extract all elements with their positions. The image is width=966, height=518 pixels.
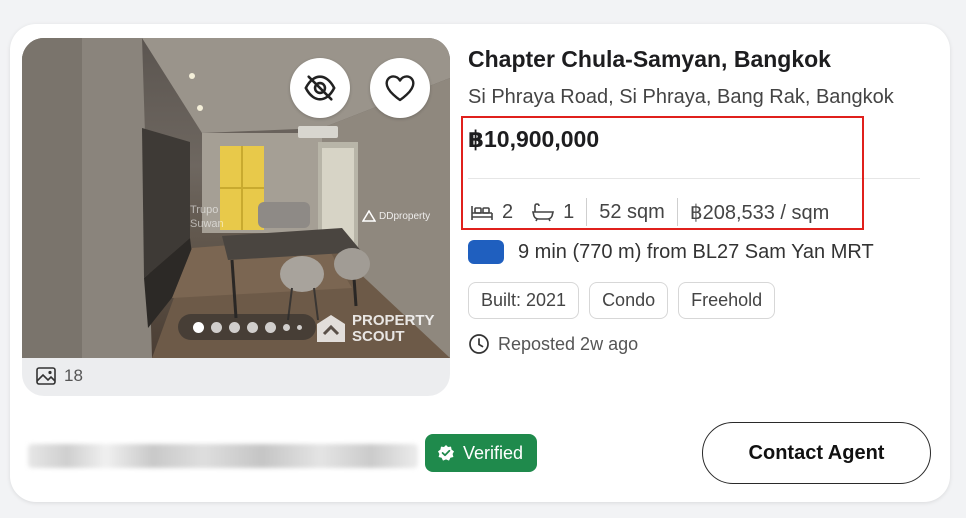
propertyscout-logo-icon bbox=[317, 315, 345, 342]
propertyscout-watermark: PROPERTY SCOUT bbox=[314, 312, 435, 346]
carousel-dot[interactable] bbox=[282, 323, 290, 331]
listing-title[interactable]: Chapter Chula-Samyan, Bangkok bbox=[468, 46, 831, 73]
photo-count-value: 18 bbox=[64, 366, 83, 385]
carousel-dot[interactable] bbox=[210, 321, 222, 333]
reposted-text: Reposted 2w ago bbox=[498, 333, 639, 354]
carousel-dot[interactable] bbox=[228, 321, 240, 333]
listing-photo[interactable]: Trupo Suwan DDproperty PROPERTY SCOUT bbox=[22, 38, 450, 358]
area-value: 52 sqm bbox=[599, 200, 665, 223]
favorite-button[interactable] bbox=[370, 58, 430, 118]
agent-watermark: Trupo Suwan bbox=[190, 203, 224, 231]
heart-icon bbox=[385, 75, 415, 102]
spec-separator bbox=[676, 198, 678, 226]
image-icon bbox=[36, 367, 56, 385]
eye-off-icon bbox=[304, 75, 336, 101]
listing-price: ฿10,900,000 bbox=[468, 126, 600, 152]
reposted-info: Reposted 2w ago bbox=[468, 333, 638, 355]
listing-specs: 2 1 52 sqm ฿208,533 / sqm bbox=[470, 198, 829, 226]
watermark-line1: PROPERTY bbox=[352, 312, 435, 329]
tag-ownership: Freehold bbox=[678, 282, 776, 319]
hide-listing-button[interactable] bbox=[290, 58, 350, 118]
transit-info: 9 min (770 m) from BL27 Sam Yan MRT bbox=[468, 240, 874, 264]
tag-built-year: Built: 2021 bbox=[468, 282, 580, 319]
bathrooms-spec: 1 bbox=[531, 201, 574, 224]
divider bbox=[468, 178, 920, 179]
verified-badge: Verified bbox=[425, 434, 538, 472]
watermark-line2: SCOUT bbox=[352, 328, 405, 345]
carousel-indicator[interactable] bbox=[178, 314, 316, 340]
agent-name-blurred[interactable] bbox=[28, 444, 418, 468]
photo-gallery[interactable]: Trupo Suwan DDproperty PROPERTY SCOUT 18 bbox=[22, 38, 450, 396]
bedrooms-spec: 2 bbox=[470, 201, 513, 224]
agent-watermark-line2: Suwan bbox=[190, 218, 224, 230]
verified-label: Verified bbox=[463, 442, 524, 463]
agent-watermark-line1: Trupo bbox=[190, 204, 219, 216]
transit-text: 9 min (770 m) from BL27 Sam Yan MRT bbox=[518, 240, 874, 263]
spec-separator bbox=[586, 198, 588, 226]
clock-icon bbox=[469, 334, 489, 354]
bedrooms-value: 2 bbox=[502, 200, 514, 223]
listing-address: Si Phraya Road, Si Phraya, Bang Rak, Ban… bbox=[468, 86, 894, 108]
ddproperty-watermark: DDproperty bbox=[362, 210, 430, 222]
listing-tags: Built: 2021 Condo Freehold bbox=[468, 282, 776, 319]
photo-count[interactable]: 18 bbox=[36, 366, 83, 386]
carousel-dot[interactable] bbox=[264, 321, 276, 333]
carousel-dot[interactable] bbox=[296, 324, 302, 330]
tag-property-type: Condo bbox=[589, 282, 669, 319]
carousel-dot[interactable] bbox=[192, 321, 204, 333]
badge-check-icon bbox=[438, 445, 454, 461]
ddproperty-watermark-text: DDproperty bbox=[379, 210, 431, 222]
carousel-dot[interactable] bbox=[246, 321, 258, 333]
contact-agent-button[interactable]: Contact Agent bbox=[702, 422, 931, 484]
ddproperty-logo-icon bbox=[362, 210, 376, 222]
mrt-line-badge bbox=[468, 240, 504, 264]
bathrooms-value: 1 bbox=[563, 200, 575, 223]
bed-icon bbox=[471, 206, 493, 220]
bathtub-icon bbox=[532, 203, 555, 222]
price-per-sqm-value: ฿208,533 / sqm bbox=[689, 201, 830, 224]
